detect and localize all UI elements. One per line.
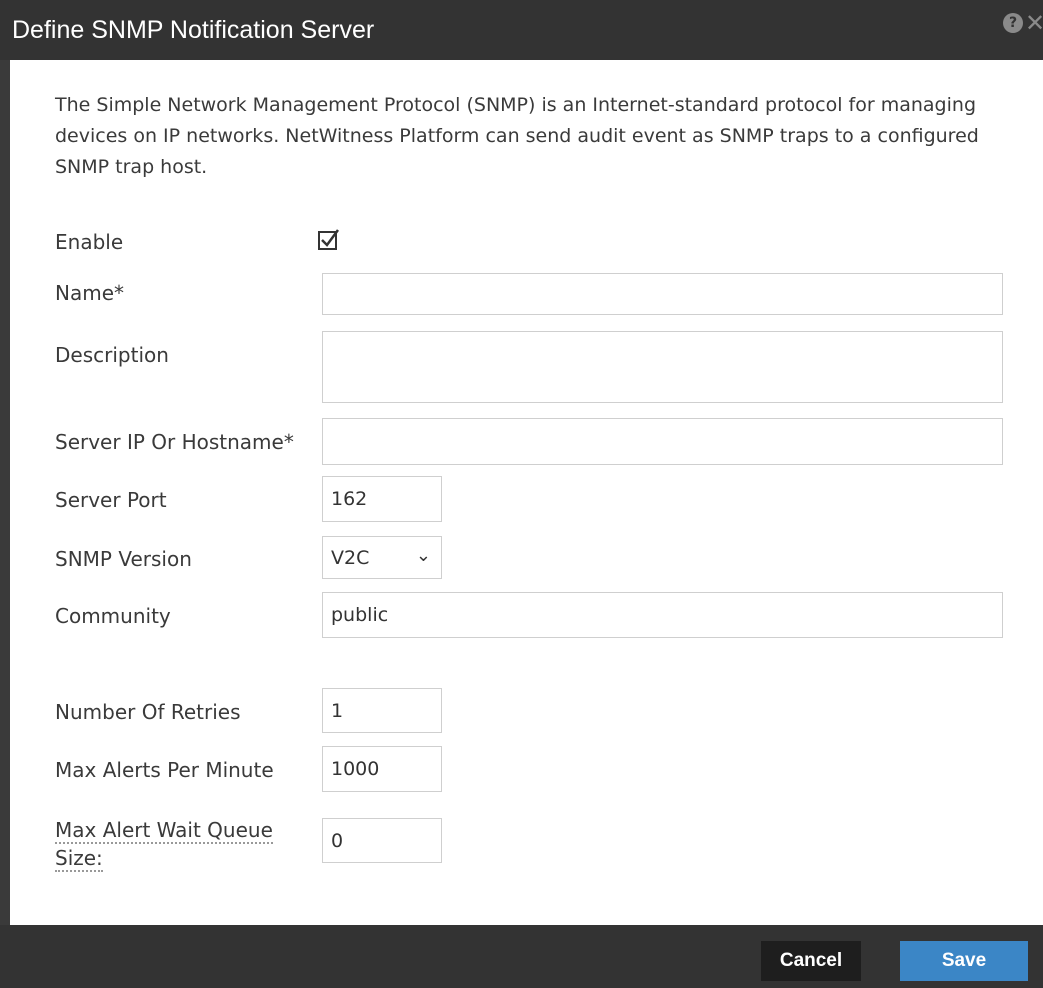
dialog-footer: Cancel Save <box>0 925 1043 988</box>
description-label: Description <box>55 343 169 367</box>
max-alerts-label: Max Alerts Per Minute <box>55 758 274 782</box>
enable-label: Enable <box>55 230 124 254</box>
save-button[interactable]: Save <box>900 941 1028 981</box>
dialog-title: Define SNMP Notification Server <box>12 16 375 44</box>
version-select[interactable]: V2C ⌄ <box>322 536 442 579</box>
max-alerts-input[interactable]: 1000 <box>322 746 442 792</box>
intro-text: The Simple Network Management Protocol (… <box>55 94 979 178</box>
retries-input[interactable]: 1 <box>322 688 442 733</box>
community-input[interactable]: public <box>322 592 1003 638</box>
description-input[interactable] <box>322 331 1003 403</box>
enable-checkbox[interactable] <box>317 228 341 252</box>
snmp-dialog: Define SNMP Notification Server ? ✕ The … <box>0 0 1043 988</box>
dialog-titlebar: Define SNMP Notification Server ? ✕ <box>0 0 1043 60</box>
name-label: Name* <box>55 281 125 305</box>
version-label: SNMP Version <box>55 547 192 571</box>
help-icon[interactable]: ? <box>1003 13 1023 33</box>
chevron-down-icon: ⌄ <box>415 545 431 566</box>
server-label: Server IP Or Hostname* <box>55 430 294 454</box>
queue-size-input[interactable]: 0 <box>322 818 442 863</box>
dialog-body: The Simple Network Management Protocol (… <box>10 60 1043 925</box>
port-label: Server Port <box>55 488 167 512</box>
name-input[interactable] <box>322 273 1003 315</box>
community-label: Community <box>55 604 171 628</box>
queue-label-line2: Size: <box>55 846 103 872</box>
cancel-button[interactable]: Cancel <box>761 941 861 981</box>
queue-size-label: Max Alert Wait Queue Size: <box>55 816 273 872</box>
retries-label: Number Of Retries <box>55 700 241 724</box>
version-value: V2C <box>331 546 370 569</box>
port-input[interactable]: 162 <box>322 476 442 522</box>
server-input[interactable] <box>322 418 1003 465</box>
queue-label-line1: Max Alert Wait Queue <box>55 818 273 844</box>
close-icon[interactable]: ✕ <box>1025 11 1043 35</box>
